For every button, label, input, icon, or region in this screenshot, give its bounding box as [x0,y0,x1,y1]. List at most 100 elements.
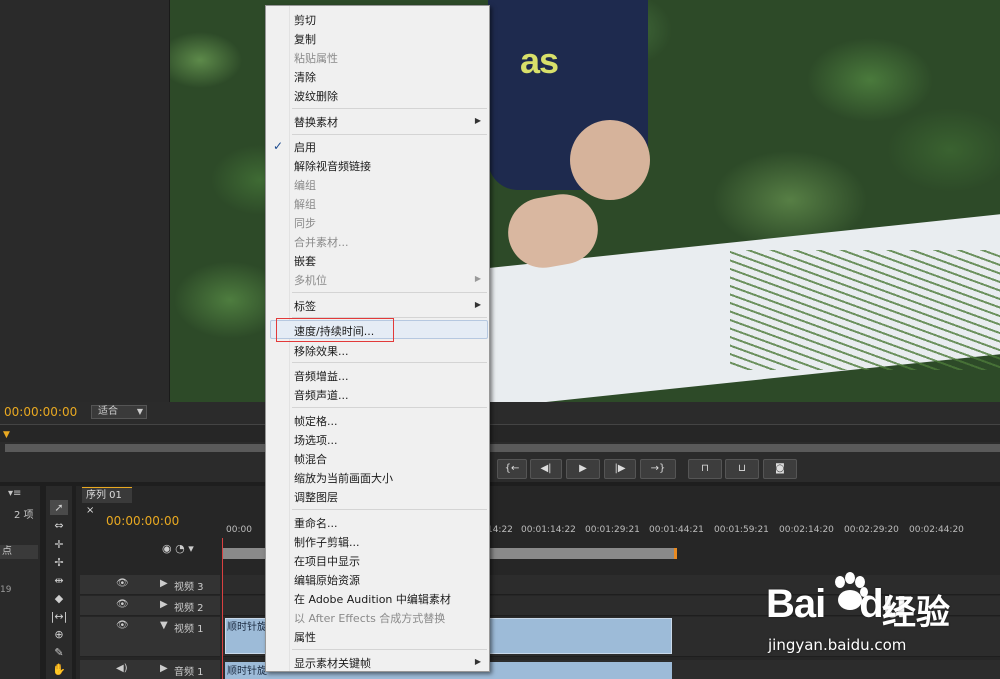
zoom-select[interactable]: 适合 ▼ [91,405,147,419]
menu-separator [292,317,487,318]
camera-icon[interactable]: ◙ [763,459,797,479]
project-column-header[interactable]: 点 [0,545,38,559]
menu-item-clear[interactable]: 清除 [294,69,316,85]
monitor-timecode[interactable]: 00:00:00:00 [4,405,77,419]
menu-item-nest[interactable]: 嵌套 [294,253,316,269]
menu-item-paste-attributes[interactable]: 粘贴属性 [294,50,338,66]
menu-item-multicam[interactable]: 多机位 [294,272,327,288]
video-clip-name: 顺时针旋 [227,622,267,633]
ripple-edit-icon[interactable]: ✛ [50,537,68,552]
menu-item-unlink[interactable]: 解除视音频链接 [294,158,371,174]
menu-separator [292,108,487,109]
eye-icon[interactable]: 👁 [116,578,129,589]
menu-item-adjustment-layer[interactable]: 调整图层 [294,489,338,505]
track-header-video-2[interactable]: 👁 ▶ 视频 2 [80,596,220,616]
track-select-icon[interactable]: ⇔ [50,518,68,533]
rolling-edit-icon[interactable]: ✢ [50,555,68,570]
menu-item-replace-with-ae[interactable]: 以 After Effects 合成方式替换 [294,610,445,626]
slip-tool-icon[interactable]: |↔| [50,609,68,624]
play-button[interactable]: ▶ [566,459,600,479]
pen-tool-icon[interactable]: ✎ [50,645,68,660]
extract-button[interactable]: ⊔ [725,459,759,479]
track-header-video-1[interactable]: 👁 ▼ 视频 1 [80,617,220,657]
menu-item-field-options[interactable]: 场选项... [294,432,338,448]
menu-item-speed-duration[interactable]: 速度/持续时间... [294,323,374,339]
watermark-url: jingyan.baidu.com [768,636,907,654]
lift-button[interactable]: ⊓ [688,459,722,479]
left-panel [0,0,170,402]
menu-separator [292,649,487,650]
menu-item-rename[interactable]: 重命名... [294,515,338,531]
menu-item-frame-hold[interactable]: 帧定格... [294,413,338,429]
paw-icon [835,572,868,610]
speaker-icon[interactable]: ◀) [116,663,128,674]
monitor-scrub-bar[interactable] [5,444,1000,452]
selection-tool-icon[interactable]: ➚ [50,500,68,515]
step-forward-button[interactable]: |▶ [604,459,636,479]
track-name: 音频 1 [174,667,204,678]
menu-item-ungroup[interactable]: 解组 [294,196,316,212]
track-name: 视频 3 [174,582,204,593]
collapse-arrow-icon[interactable]: ▶ [160,578,168,589]
ruler-tick: 00:01:14:22 [521,525,576,535]
timeline-tool-icons[interactable]: ◉ ◔ ▾ [162,542,194,555]
shirt-logo: as [520,40,559,81]
expand-arrow-icon[interactable]: ▼ [160,620,168,631]
ruler-tick: 00:01:44:21 [649,525,704,535]
menu-item-copy[interactable]: 复制 [294,31,316,47]
step-to-out-button[interactable]: →} [640,459,676,479]
menu-item-remove-effects[interactable]: 移除效果... [294,343,349,359]
submenu-arrow-icon: ▶ [474,116,481,125]
ruler-tick: 00:02:44:20 [909,525,964,535]
menu-item-merge-clips[interactable]: 合并素材... [294,234,349,250]
video-stems [730,250,1000,370]
chevron-down-icon: ▼ [136,407,143,416]
menu-item-ripple-delete[interactable]: 波纹删除 [294,88,338,104]
tab-sequence-01[interactable]: 序列 01 × [82,487,132,516]
menu-item-frame-blend[interactable]: 帧混合 [294,451,327,467]
slide-tool-icon[interactable]: ⊕ [50,627,68,642]
menu-item-reveal-in-project[interactable]: 在项目中显示 [294,553,360,569]
menu-item-scale-to-frame[interactable]: 缩放为当前画面大小 [294,470,393,486]
menu-item-label[interactable]: 标签 [294,298,316,314]
menu-item-cut[interactable]: 剪切 [294,12,316,28]
collapse-arrow-icon[interactable]: ▶ [160,599,168,610]
ruler-tick: 00:02:29:20 [844,525,899,535]
menu-item-properties[interactable]: 属性 [294,629,316,645]
playhead-marker-icon[interactable]: ▼ [3,430,10,440]
menu-item-synchronize[interactable]: 同步 [294,215,316,231]
menu-item-audio-gain[interactable]: 音频增益... [294,368,349,384]
track-name: 视频 2 [174,603,204,614]
watermark-cn: 经验 [882,593,950,633]
timeline-playhead[interactable] [222,538,223,679]
track-name: 视频 1 [174,624,204,635]
menu-item-show-clip-keyframes[interactable]: 显示素材关键帧 [294,655,371,671]
timeline-timecode[interactable]: 00:00:00:00 [106,514,179,528]
menu-item-edit-in-audition[interactable]: 在 Adobe Audition 中编辑素材 [294,591,451,607]
ruler-tick: 00:01:29:21 [585,525,640,535]
eye-icon[interactable]: 👁 [116,620,129,631]
track-header-audio-1[interactable]: ◀) ▶ 音频 1 [80,660,220,679]
track-header-video-3[interactable]: 👁 ▶ 视频 3 [80,575,220,595]
step-to-in-button[interactable]: {← [497,459,527,479]
monitor-ruler[interactable] [0,424,1000,442]
audio-clip-name: 顺时针旋 [227,666,267,677]
menu-item-replace-footage[interactable]: 替换素材 [294,114,338,130]
step-back-button[interactable]: ◀| [530,459,562,479]
razor-tool-icon[interactable]: ◆ [50,591,68,606]
menu-item-audio-channels[interactable]: 音频声道... [294,387,349,403]
menu-separator [292,292,487,293]
rate-stretch-icon[interactable]: ⇹ [50,573,68,588]
context-menu: ✓ 剪切 复制 粘贴属性 清除 波纹删除 替换素材 ▶ 启用 解除视音频链接 编… [265,5,490,672]
baidu-watermark: Bai du 经验 jingyan.baidu.com [766,572,996,672]
menu-item-enable[interactable]: 启用 [294,139,316,155]
panel-menu-icon[interactable]: ▾≡ [8,488,21,499]
menu-item-make-subclip[interactable]: 制作子剪辑... [294,534,360,550]
hand-tool-icon[interactable]: ✋ [50,662,68,677]
collapse-arrow-icon[interactable]: ▶ [160,663,168,674]
ruler-tick: 00:00 [226,525,252,535]
menu-item-group[interactable]: 编组 [294,177,316,193]
eye-icon[interactable]: 👁 [116,599,129,610]
submenu-arrow-icon: ▶ [474,300,481,309]
menu-item-edit-original[interactable]: 编辑原始资源 [294,572,360,588]
